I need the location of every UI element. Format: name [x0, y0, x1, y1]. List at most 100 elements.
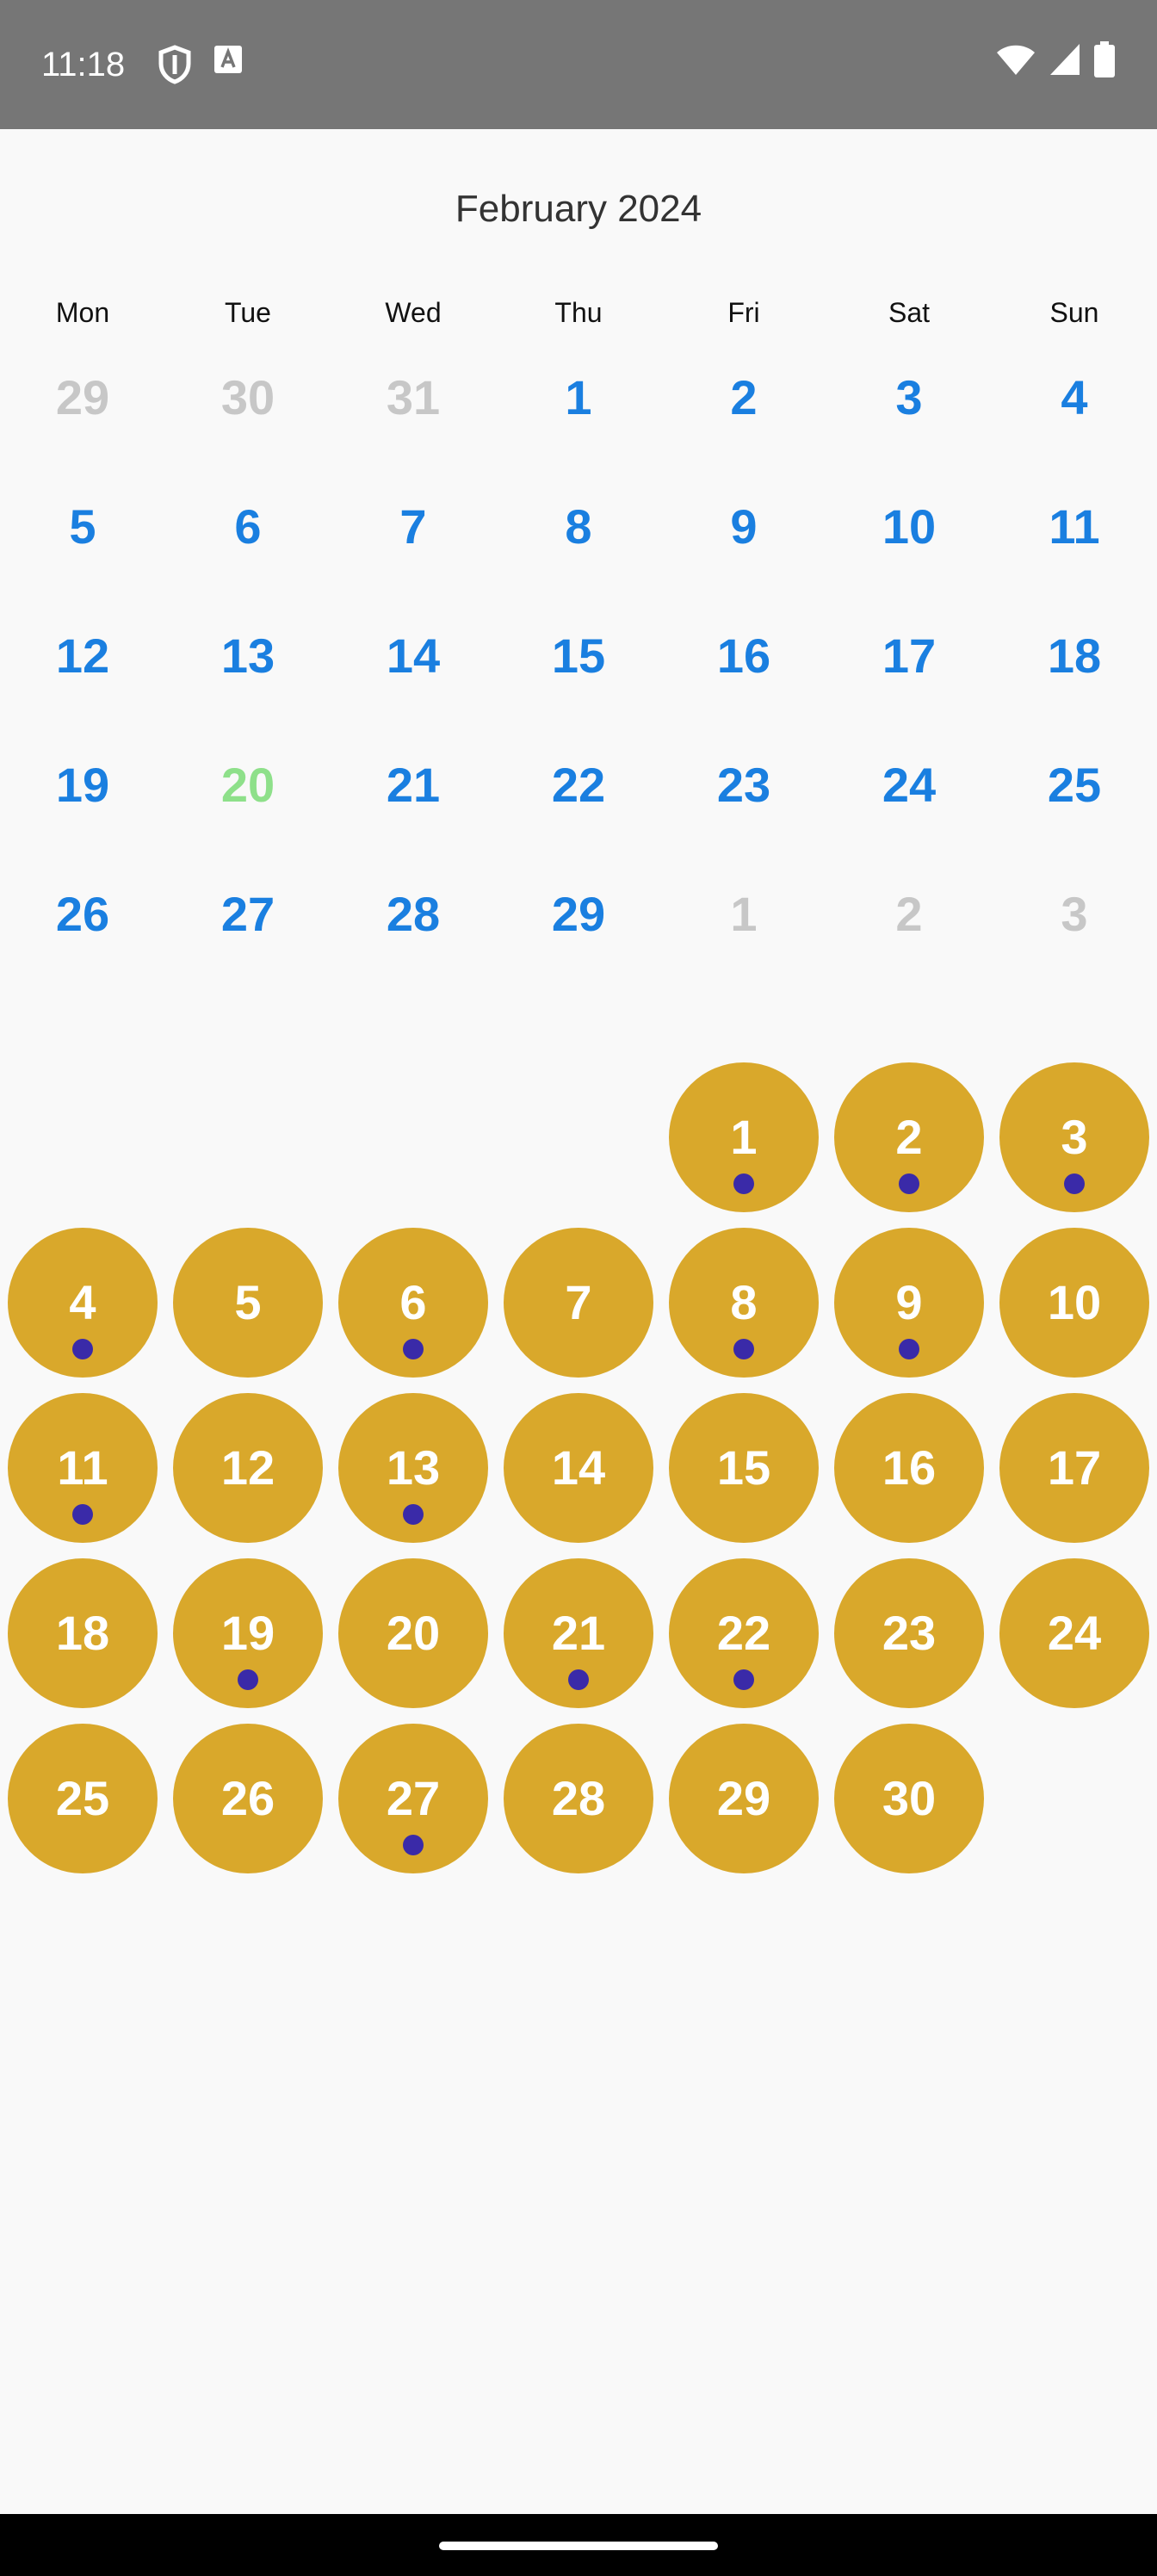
day-cell[interactable]: 26	[0, 878, 165, 1007]
circle-day-slot: 4	[0, 1228, 165, 1393]
day-cell[interactable]: 16	[661, 620, 826, 749]
circle-day[interactable]: 23	[834, 1558, 984, 1708]
circle-day[interactable]: 7	[504, 1228, 653, 1378]
day-cell[interactable]: 7	[331, 491, 496, 620]
day-cell[interactable]: 25	[992, 749, 1157, 878]
circle-day-number: 20	[386, 1606, 441, 1660]
day-cell[interactable]: 10	[826, 491, 992, 620]
circle-day-slot: 6	[331, 1228, 496, 1393]
circle-day[interactable]: 3	[999, 1062, 1149, 1212]
circle-day[interactable]: 29	[669, 1724, 819, 1873]
day-cell-today[interactable]: 20	[165, 749, 331, 878]
day-cell[interactable]: 1	[661, 878, 826, 1007]
circle-day[interactable]: 15	[669, 1393, 819, 1543]
weekday-label: Wed	[385, 297, 442, 328]
day-cell[interactable]: 23	[661, 749, 826, 878]
circle-day-number: 10	[1047, 1275, 1102, 1329]
circle-day[interactable]: 24	[999, 1558, 1149, 1708]
circle-day-slot: 9	[826, 1228, 992, 1393]
battery-icon	[1093, 41, 1116, 82]
event-dot	[72, 1339, 93, 1359]
empty-slot	[165, 1062, 331, 1228]
day-cell[interactable]: 22	[496, 749, 661, 878]
day-cell[interactable]: 30	[165, 362, 331, 491]
day-cell[interactable]: 29	[496, 878, 661, 1007]
weekday-label: Sat	[888, 297, 931, 328]
circle-day[interactable]: 4	[8, 1228, 158, 1378]
day-cell[interactable]: 2	[826, 878, 992, 1007]
circle-day-slot: 17	[992, 1393, 1157, 1558]
weekday-label: Sun	[1049, 297, 1099, 328]
day-cell[interactable]: 1	[496, 362, 661, 491]
circle-day[interactable]: 17	[999, 1393, 1149, 1543]
event-dot	[238, 1669, 258, 1690]
day-cell[interactable]: 4	[992, 362, 1157, 491]
calendar-month-title: February 2024	[455, 188, 702, 230]
circle-day-number: 16	[882, 1440, 937, 1495]
day-cell[interactable]: 3	[992, 878, 1157, 1007]
day-cell[interactable]: 6	[165, 491, 331, 620]
day-cell[interactable]: 9	[661, 491, 826, 620]
circle-day[interactable]: 8	[669, 1228, 819, 1378]
day-cell[interactable]: 14	[331, 620, 496, 749]
circle-day[interactable]: 20	[338, 1558, 488, 1708]
circle-day[interactable]: 9	[834, 1228, 984, 1378]
day-cell[interactable]: 28	[331, 878, 496, 1007]
circle-day-number: 24	[1047, 1606, 1102, 1660]
circle-day[interactable]: 13	[338, 1393, 488, 1543]
circle-day[interactable]: 5	[173, 1228, 323, 1378]
circle-day[interactable]: 21	[504, 1558, 653, 1708]
day-cell[interactable]: 18	[992, 620, 1157, 749]
circle-day[interactable]: 30	[834, 1724, 984, 1873]
circle-day[interactable]: 11	[8, 1393, 158, 1543]
circle-day[interactable]: 22	[669, 1558, 819, 1708]
circle-day-slot: 21	[496, 1558, 661, 1724]
circle-day[interactable]: 26	[173, 1724, 323, 1873]
circle-day-number: 18	[55, 1606, 110, 1660]
day-cell[interactable]: 12	[0, 620, 165, 749]
day-cell[interactable]: 24	[826, 749, 992, 878]
day-cell[interactable]: 11	[992, 491, 1157, 620]
circle-day-number: 12	[220, 1440, 275, 1495]
status-icons-left	[157, 45, 243, 89]
circle-day-number: 7	[565, 1275, 592, 1329]
home-gesture-handle[interactable]	[439, 2542, 718, 2550]
circle-day-slot: 25	[0, 1724, 165, 1889]
day-cell[interactable]: 29	[0, 362, 165, 491]
circle-day[interactable]: 2	[834, 1062, 984, 1212]
circle-day-slot: 23	[826, 1558, 992, 1724]
circle-day[interactable]: 19	[173, 1558, 323, 1708]
empty-slot	[331, 1062, 496, 1228]
day-cell[interactable]: 21	[331, 749, 496, 878]
circle-day[interactable]: 6	[338, 1228, 488, 1378]
circle-day[interactable]: 16	[834, 1393, 984, 1543]
circle-day-slot: 12	[165, 1393, 331, 1558]
day-cell[interactable]: 5	[0, 491, 165, 620]
day-cell[interactable]: 19	[0, 749, 165, 878]
day-cell[interactable]: 15	[496, 620, 661, 749]
circle-day[interactable]: 10	[999, 1228, 1149, 1378]
day-cell[interactable]: 2	[661, 362, 826, 491]
circle-day-slot: 11	[0, 1393, 165, 1558]
circle-day-slot: 26	[165, 1724, 331, 1889]
event-dot	[403, 1339, 424, 1359]
day-cell[interactable]: 17	[826, 620, 992, 749]
day-cell[interactable]: 8	[496, 491, 661, 620]
circle-day[interactable]: 28	[504, 1724, 653, 1873]
day-cell[interactable]: 31	[331, 362, 496, 491]
circle-day-slot: 7	[496, 1228, 661, 1393]
circle-day[interactable]: 14	[504, 1393, 653, 1543]
shield-icon	[157, 45, 193, 89]
day-cell[interactable]: 13	[165, 620, 331, 749]
circle-day-number: 23	[882, 1606, 937, 1660]
circle-day[interactable]: 1	[669, 1062, 819, 1212]
circle-day-number: 30	[882, 1771, 937, 1825]
circle-day[interactable]: 25	[8, 1724, 158, 1873]
circle-day[interactable]: 27	[338, 1724, 488, 1873]
day-cell[interactable]: 27	[165, 878, 331, 1007]
weekday-header-row: Mon Tue Wed Thu Fri Sat Sun	[0, 295, 1157, 330]
day-cell[interactable]: 3	[826, 362, 992, 491]
circle-day[interactable]: 18	[8, 1558, 158, 1708]
translate-a-icon	[213, 45, 243, 89]
circle-day[interactable]: 12	[173, 1393, 323, 1543]
